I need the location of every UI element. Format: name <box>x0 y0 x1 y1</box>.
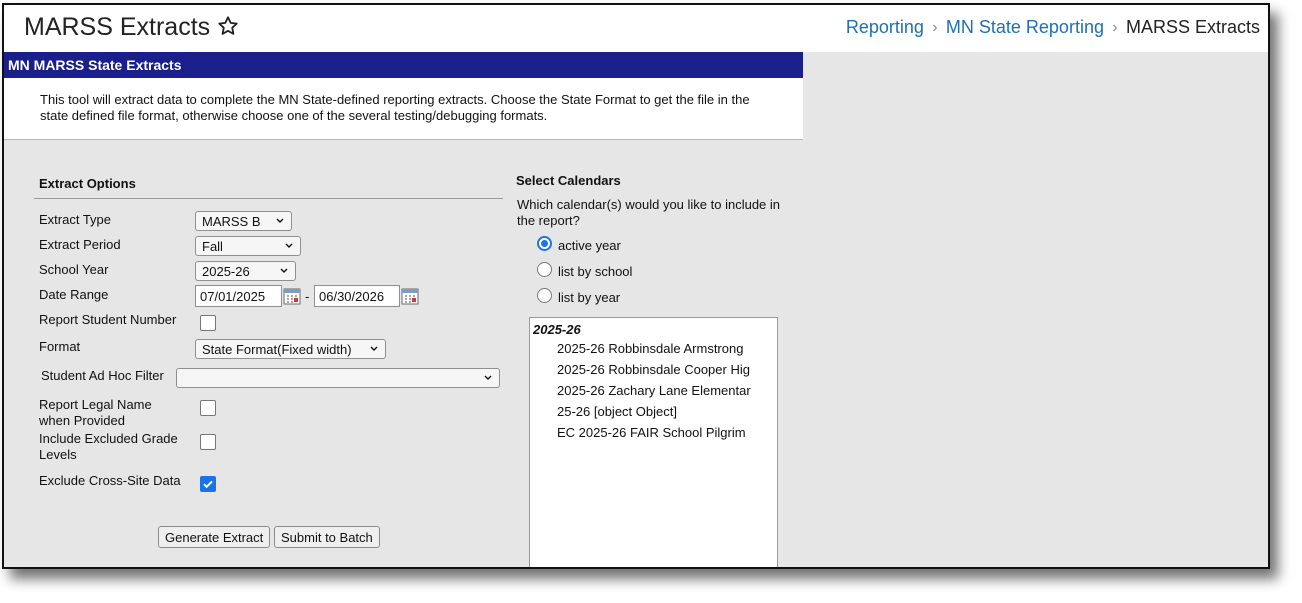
chevron-down-icon <box>276 218 284 223</box>
student-ad-hoc-filter-label: Student Ad Hoc Filter <box>41 368 164 383</box>
include-excluded-grade-label-line2: Levels <box>39 447 77 462</box>
chevron-right-icon: › <box>1112 18 1118 36</box>
end-date-input[interactable]: 06/30/2026 <box>314 285 400 307</box>
list-item[interactable]: EC 2025-26 FAIR School Pilgrim <box>557 425 746 440</box>
report-student-number-checkbox[interactable] <box>200 315 216 331</box>
include-excluded-grade-checkbox[interactable] <box>200 434 216 450</box>
chevron-down-icon <box>370 346 378 351</box>
section-divider <box>34 198 503 199</box>
include-excluded-grade-label: Include Excluded Grade Levels <box>39 431 178 463</box>
extract-type-value: MARSS B <box>202 214 261 229</box>
star-icon[interactable] <box>217 15 239 37</box>
report-legal-name-label-line2: when Provided <box>39 413 125 428</box>
extract-options-title: Extract Options <box>39 176 136 191</box>
panel-title: MN MARSS State Extracts <box>4 52 803 78</box>
school-year-label: School Year <box>39 262 109 277</box>
checkmark-icon <box>203 480 213 489</box>
calendar-icon[interactable] <box>400 286 420 306</box>
extract-period-label: Extract Period <box>39 237 121 252</box>
calendar-question: Which calendar(s) would you like to incl… <box>517 197 780 229</box>
report-legal-name-checkbox[interactable] <box>200 400 216 416</box>
radio-list-by-school[interactable] <box>537 262 552 277</box>
breadcrumb-reporting[interactable]: Reporting <box>846 17 924 38</box>
page-title: MARSS Extracts <box>24 13 211 41</box>
include-excluded-grade-label-line1: Include Excluded Grade <box>39 431 178 446</box>
format-value: State Format(Fixed width) <box>202 342 352 357</box>
breadcrumb-current: MARSS Extracts <box>1125 17 1260 37</box>
breadcrumb: Reporting › MN State Reporting › MARSS E… <box>846 17 1260 38</box>
list-item[interactable]: 2025-26 Robbinsdale Armstrong <box>557 341 743 356</box>
generate-extract-button[interactable]: Generate Extract <box>158 526 271 548</box>
extract-type-label: Extract Type <box>39 212 112 227</box>
app-window: MARSS Extracts Reporting › MN State Repo… <box>2 3 1270 569</box>
extract-type-select[interactable]: MARSS B <box>195 211 292 231</box>
date-range-label: Date Range <box>39 287 109 302</box>
radio-active-year-label[interactable]: active year <box>558 238 621 254</box>
date-range-separator: - <box>305 289 310 304</box>
chevron-down-icon <box>285 243 293 248</box>
format-select[interactable]: State Format(Fixed width) <box>195 339 386 359</box>
format-label: Format <box>39 339 81 354</box>
calendar-question-line1: Which calendar(s) would you like to incl… <box>517 197 781 212</box>
report-student-number-label: Report Student Number <box>39 312 177 327</box>
radio-list-by-year[interactable] <box>537 288 552 303</box>
calendar-question-line2: the report? <box>517 213 580 228</box>
radio-list-by-year-label[interactable]: list by year <box>558 290 620 306</box>
school-year-value: 2025-26 <box>202 264 250 279</box>
radio-active-year[interactable] <box>537 236 552 251</box>
extract-period-select[interactable]: Fall <box>195 236 301 256</box>
select-calendars-title: Select Calendars <box>516 173 621 188</box>
list-item[interactable]: 2025-26 Zachary Lane Elementar <box>557 383 751 398</box>
start-date-input[interactable]: 07/01/2025 <box>195 285 282 307</box>
report-legal-name-label: Report Legal Name when Provided <box>39 397 152 429</box>
calendar-icon[interactable] <box>282 286 302 306</box>
radio-list-by-school-label[interactable]: list by school <box>558 264 632 280</box>
calendar-group-label: 2025-26 <box>533 322 581 337</box>
school-year-select[interactable]: 2025-26 <box>195 261 296 281</box>
report-legal-name-label-line1: Report Legal Name <box>39 397 152 412</box>
student-ad-hoc-filter-select[interactable] <box>176 368 500 388</box>
extract-period-value: Fall <box>202 239 223 254</box>
page-header: MARSS Extracts Reporting › MN State Repo… <box>4 5 1268 51</box>
chevron-down-icon <box>280 268 288 273</box>
breadcrumb-mn-state-reporting[interactable]: MN State Reporting <box>946 17 1104 38</box>
panel-description: This tool will extract data to complete … <box>4 78 803 140</box>
exclude-cross-site-checkbox[interactable] <box>200 476 216 492</box>
exclude-cross-site-label: Exclude Cross-Site Data <box>39 473 181 488</box>
list-item[interactable]: 2025-26 Robbinsdale Cooper Hig <box>557 362 750 377</box>
calendar-listbox[interactable]: 2025-26 2025-26 Robbinsdale Armstrong 20… <box>529 317 778 567</box>
chevron-down-icon <box>484 375 492 380</box>
submit-to-batch-button[interactable]: Submit to Batch <box>274 526 380 548</box>
list-item[interactable]: 25-26 [object Object] <box>557 404 677 419</box>
chevron-right-icon: › <box>932 18 938 36</box>
